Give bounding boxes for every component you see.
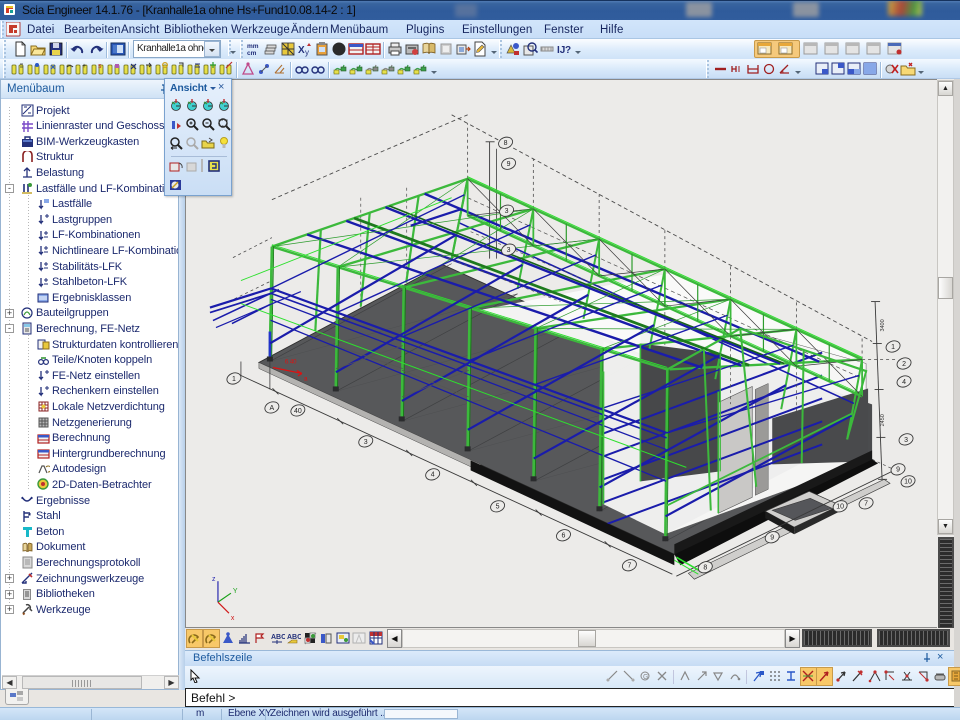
svg-text:10: 10	[836, 504, 844, 511]
svg-text:z: z	[212, 576, 216, 583]
svg-text:3: 3	[904, 437, 908, 444]
svg-text:3: 3	[505, 208, 509, 215]
svg-text:ABC: ABC	[271, 634, 285, 641]
svg-text:3400: 3400	[880, 319, 886, 331]
svg-text:9: 9	[770, 535, 774, 542]
svg-text:X: X	[298, 45, 305, 56]
svg-text:?: ?	[565, 45, 571, 56]
svg-text:5: 5	[496, 504, 500, 511]
svg-text:10: 10	[904, 479, 912, 486]
svg-text:2450: 2450	[880, 414, 886, 426]
svg-text:8: 8	[504, 140, 508, 147]
svg-text:s: s	[98, 63, 102, 70]
svg-text:9: 9	[507, 161, 511, 168]
svg-text:Y: Y	[233, 588, 238, 595]
svg-text:y: y	[305, 48, 309, 57]
svg-text:6: 6	[562, 533, 566, 540]
svg-text:4: 4	[902, 379, 906, 386]
svg-text:mm: mm	[247, 43, 259, 50]
svg-text:1: 1	[891, 344, 895, 351]
svg-text:cm: cm	[247, 50, 257, 57]
svg-text:4: 4	[431, 472, 435, 479]
svg-text:G: G	[643, 674, 648, 681]
svg-text:40: 40	[294, 408, 302, 415]
svg-text:x: x	[231, 615, 235, 622]
svg-text:3: 3	[507, 247, 511, 254]
svg-text:a: a	[304, 375, 308, 382]
svg-text:9: 9	[896, 467, 900, 474]
svg-text:3: 3	[364, 439, 368, 446]
svg-text:1: 1	[232, 376, 236, 383]
svg-text:8: 8	[703, 565, 707, 572]
svg-text:7: 7	[864, 501, 868, 508]
svg-text:+: +	[82, 63, 86, 70]
svg-text:A: A	[270, 405, 275, 412]
svg-text:2: 2	[902, 361, 906, 368]
svg-text:7: 7	[627, 563, 631, 570]
svg-text:6.40: 6.40	[285, 359, 297, 365]
